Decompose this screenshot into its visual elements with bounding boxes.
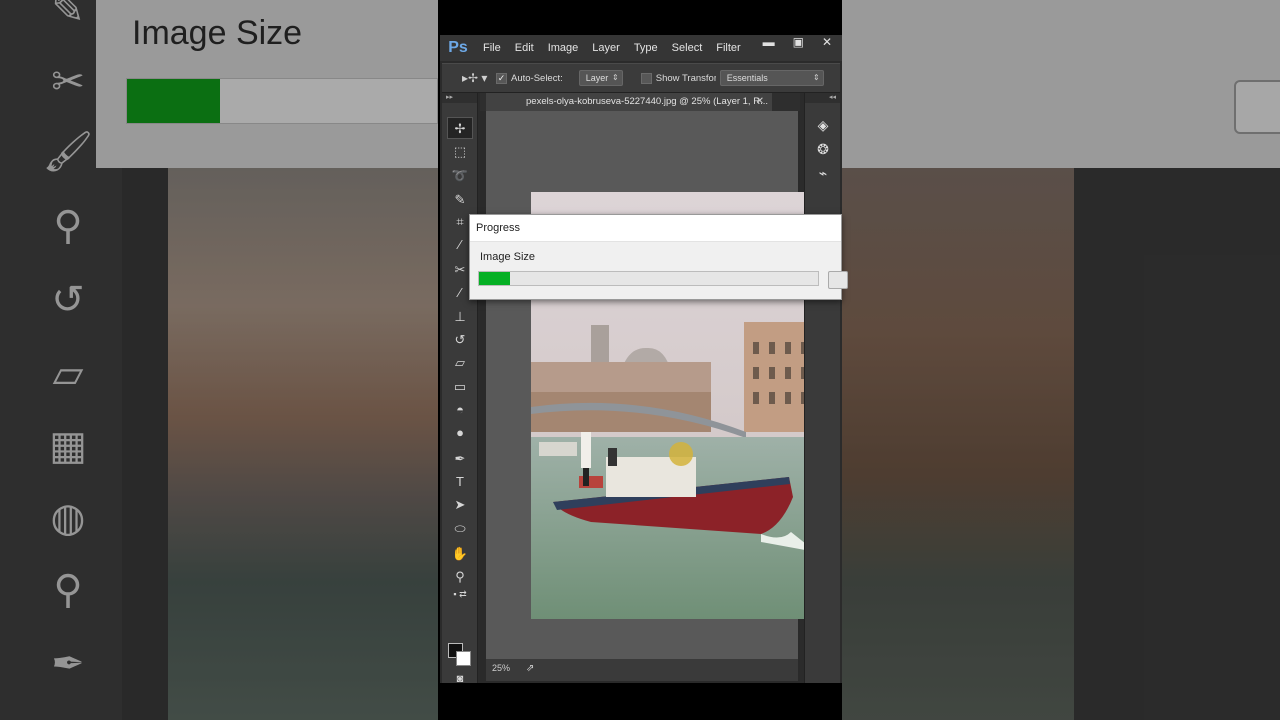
menu-bar: Ps File Edit Image Layer Type Select Fil… bbox=[440, 35, 842, 61]
paths-icon[interactable]: ⌁ bbox=[813, 163, 833, 183]
collapse-panel-icon[interactable]: ◂◂ bbox=[805, 93, 840, 103]
cancel-button[interactable] bbox=[828, 271, 848, 289]
tools-panel: ▸▸ ✢ ⬚ ➰ ✎ ⌗ ⁄ ✂ ∕ ⊥ ↺ ▱ ▭ ◓ ● ✒ T ➤ ⬭ ✋… bbox=[442, 93, 478, 683]
move-tool-icon[interactable]: ✢ bbox=[447, 117, 473, 139]
eraser-icon[interactable]: ▱ bbox=[447, 352, 473, 374]
workspace-dropdown[interactable]: Essentials ⇕ bbox=[719, 70, 824, 86]
workspace-value: Essentials bbox=[726, 73, 768, 83]
clone-stamp-icon[interactable]: ⊥ bbox=[447, 306, 473, 328]
status-bar: 25% ⇗ bbox=[486, 659, 798, 681]
background-color-swatch[interactable] bbox=[456, 651, 471, 666]
canvas-background bbox=[486, 111, 816, 659]
show-transform-label: Show Transform Controls bbox=[655, 72, 716, 84]
menu-select[interactable]: Select bbox=[665, 42, 710, 54]
history-brush-icon[interactable]: ↺ bbox=[447, 329, 473, 351]
hand-icon[interactable]: ✋ bbox=[447, 543, 473, 565]
right-panel-dock: ◂◂ ◈ ❂ ⌁ bbox=[804, 93, 840, 683]
ellipse-icon[interactable]: ⬭ bbox=[447, 518, 473, 540]
auto-select-checkbox[interactable]: ✓ bbox=[496, 72, 507, 84]
screen: ✎ ✂ 🖌 ⚲ ↺ ▱ ▦ ◍ ⚲ ✒ Image Size Ps File E bbox=[0, 0, 1280, 720]
auto-select-target-dropdown[interactable]: Layer ⇕ bbox=[578, 70, 623, 86]
menu-edit[interactable]: Edit bbox=[508, 42, 541, 54]
document-area: pexels-olya-kobruseva-5227440.jpg @ 25% … bbox=[480, 93, 816, 683]
rectangular-marquee-icon[interactable]: ⬚ bbox=[447, 141, 473, 163]
auto-select-target-value: Layer bbox=[585, 73, 609, 83]
progress-bar bbox=[478, 271, 819, 286]
window-controls: ▬ ▣ ✕ bbox=[763, 35, 832, 49]
auto-select-label: Auto-Select: bbox=[511, 72, 563, 84]
dialog-title: Progress bbox=[470, 215, 841, 242]
dodge-icon[interactable]: ● bbox=[447, 422, 473, 444]
menu-image[interactable]: Image bbox=[541, 42, 586, 54]
progress-fill bbox=[479, 272, 510, 285]
type-icon[interactable]: T bbox=[447, 471, 473, 493]
menu-type[interactable]: Type bbox=[627, 42, 665, 54]
chevron-updown-icon: ⇕ bbox=[813, 73, 820, 82]
show-transform-checkbox[interactable] bbox=[640, 72, 652, 84]
document-tab[interactable]: pexels-olya-kobruseva-5227440.jpg @ 25% … bbox=[486, 93, 772, 111]
pen-icon[interactable]: ✒ bbox=[447, 448, 473, 470]
swap-colors-icon[interactable]: ▪ ⇄ bbox=[447, 587, 473, 601]
ps-logo: Ps bbox=[448, 39, 468, 56]
dialog-label: Image Size bbox=[480, 251, 536, 263]
maximize-icon[interactable]: ▣ bbox=[793, 35, 804, 49]
channels-icon[interactable]: ❂ bbox=[813, 139, 833, 159]
document-tab-bar: pexels-olya-kobruseva-5227440.jpg @ 25% … bbox=[480, 93, 800, 111]
zoom-icon[interactable]: ⚲ bbox=[447, 566, 473, 588]
path-selection-icon[interactable]: ➤ bbox=[447, 494, 473, 516]
options-bar: ▸✢ ▾ ✓ Auto-Select: Layer ⇕ Show Transfo… bbox=[442, 63, 840, 93]
background-dim bbox=[0, 0, 438, 720]
quick-mask-icon[interactable]: ◙ bbox=[447, 671, 473, 683]
close-icon[interactable]: ✕ bbox=[756, 93, 764, 111]
blur-icon[interactable]: ◓ bbox=[447, 399, 473, 421]
gradient-icon[interactable]: ▭ bbox=[447, 376, 473, 398]
background-dim bbox=[842, 0, 1280, 720]
export-icon[interactable]: ⇗ bbox=[526, 663, 534, 674]
document-tab-title: pexels-olya-kobruseva-5227440.jpg @ 25% … bbox=[526, 96, 768, 107]
layers-icon[interactable]: ◈ bbox=[813, 115, 833, 135]
zoom-level[interactable]: 25% bbox=[492, 663, 510, 673]
close-icon[interactable]: ✕ bbox=[822, 35, 832, 49]
collapse-panel-icon[interactable]: ▸▸ bbox=[442, 93, 477, 103]
move-tool-icon[interactable]: ▸✢ ▾ bbox=[462, 71, 496, 85]
quick-selection-icon[interactable]: ✎ bbox=[447, 189, 473, 211]
photoshop-window: Ps File Edit Image Layer Type Select Fil… bbox=[440, 35, 842, 683]
lasso-icon[interactable]: ➰ bbox=[447, 165, 473, 187]
minimize-icon[interactable]: ▬ bbox=[763, 35, 775, 49]
menu-filter[interactable]: Filter bbox=[709, 42, 747, 54]
menu-layer[interactable]: Layer bbox=[585, 42, 627, 54]
background-right bbox=[842, 0, 1280, 720]
background-left: ✎ ✂ 🖌 ⚲ ↺ ▱ ▦ ◍ ⚲ ✒ Image Size bbox=[0, 0, 438, 720]
menu-file[interactable]: File bbox=[476, 42, 508, 54]
progress-dialog: Progress Image Size bbox=[469, 214, 848, 300]
chevron-updown-icon: ⇕ bbox=[612, 73, 619, 82]
